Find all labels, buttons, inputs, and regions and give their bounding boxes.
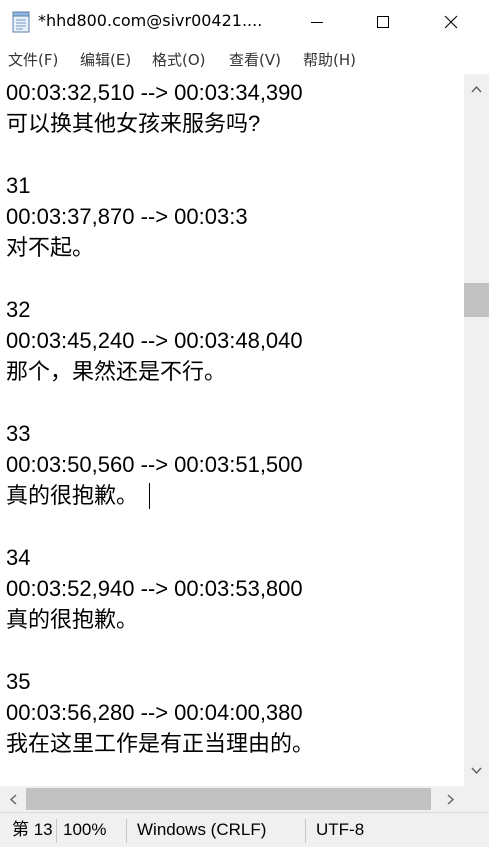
text-line: 可以换其他女孩来服务吗? — [6, 111, 261, 136]
text-line: 00:03:52,940 --> 00:03:53,800 — [6, 576, 303, 601]
horizontal-scrollbar[interactable] — [0, 786, 464, 812]
status-position: 第 13 — [12, 820, 53, 839]
vertical-scrollbar[interactable] — [464, 74, 489, 786]
text-line: 34 — [6, 545, 31, 570]
text-line: 我在这里工作是有正当理由的。 — [6, 731, 315, 756]
text-line: 00:03:45,240 --> 00:03:48,040 — [6, 328, 303, 353]
chevron-left-icon — [9, 793, 17, 805]
text-line: 那个，果然还是不行。 — [6, 359, 227, 384]
text-line: 00:03:37,870 --> 00:03:3 — [6, 204, 248, 229]
text-line: 00:03:32,510 --> 00:03:34,390 — [6, 80, 303, 105]
text-line: 32 — [6, 297, 31, 322]
status-bar: 第 13 100% Windows (CRLF) UTF-8 — [0, 812, 489, 847]
horizontal-scroll-thumb[interactable] — [26, 788, 431, 810]
text-editor[interactable]: 00:03:32,510 --> 00:03:34,390 可以换其他女孩来服务… — [0, 74, 464, 786]
minimize-button[interactable] — [290, 0, 344, 44]
close-button[interactable] — [424, 0, 478, 44]
text-line: 33 — [6, 421, 31, 446]
maximize-button[interactable] — [356, 0, 410, 44]
text-line: 真的很抱歉。 — [6, 607, 139, 632]
status-divider — [305, 819, 306, 843]
menu-file[interactable]: 文件(F) — [8, 49, 58, 70]
scroll-left-button[interactable] — [0, 786, 26, 812]
chevron-right-icon — [447, 793, 455, 805]
menu-bar: 文件(F) 编辑(E) 格式(O) 查看(V) 帮助(H) — [0, 44, 489, 74]
menu-edit[interactable]: 编辑(E) — [80, 49, 131, 70]
text-line: 真的很抱歉。 — [6, 483, 139, 508]
status-divider — [56, 819, 57, 843]
vertical-scroll-thumb[interactable] — [464, 283, 489, 318]
text-line: 对不起。 — [6, 235, 95, 260]
maximize-icon — [377, 16, 389, 28]
scrollbar-corner — [464, 786, 489, 812]
status-encoding: UTF-8 — [316, 820, 365, 839]
close-icon — [444, 15, 458, 29]
text-line: 35 — [6, 669, 31, 694]
scroll-down-button[interactable] — [464, 756, 489, 786]
text-caret — [149, 483, 150, 509]
menu-help[interactable]: 帮助(H) — [303, 49, 356, 70]
scroll-up-button[interactable] — [464, 74, 489, 104]
status-zoom: 100% — [63, 820, 107, 839]
menu-format[interactable]: 格式(O) — [152, 49, 206, 70]
text-line: 31 — [6, 173, 31, 198]
title-bar: *hhd800.com@sivr00421.... — [0, 0, 489, 44]
notepad-icon — [12, 11, 30, 33]
minimize-icon — [311, 22, 323, 23]
menu-view[interactable]: 查看(V) — [229, 49, 281, 70]
chevron-down-icon — [471, 767, 482, 775]
chevron-up-icon — [471, 85, 482, 93]
scroll-right-button[interactable] — [438, 786, 464, 812]
text-line: 00:03:56,280 --> 00:04:00,380 — [6, 700, 303, 725]
window-title: *hhd800.com@sivr00421.... — [38, 11, 263, 30]
status-line-ending: Windows (CRLF) — [137, 820, 267, 839]
status-divider — [126, 819, 127, 843]
text-line: 00:03:50,560 --> 00:03:51,500 — [6, 452, 303, 477]
